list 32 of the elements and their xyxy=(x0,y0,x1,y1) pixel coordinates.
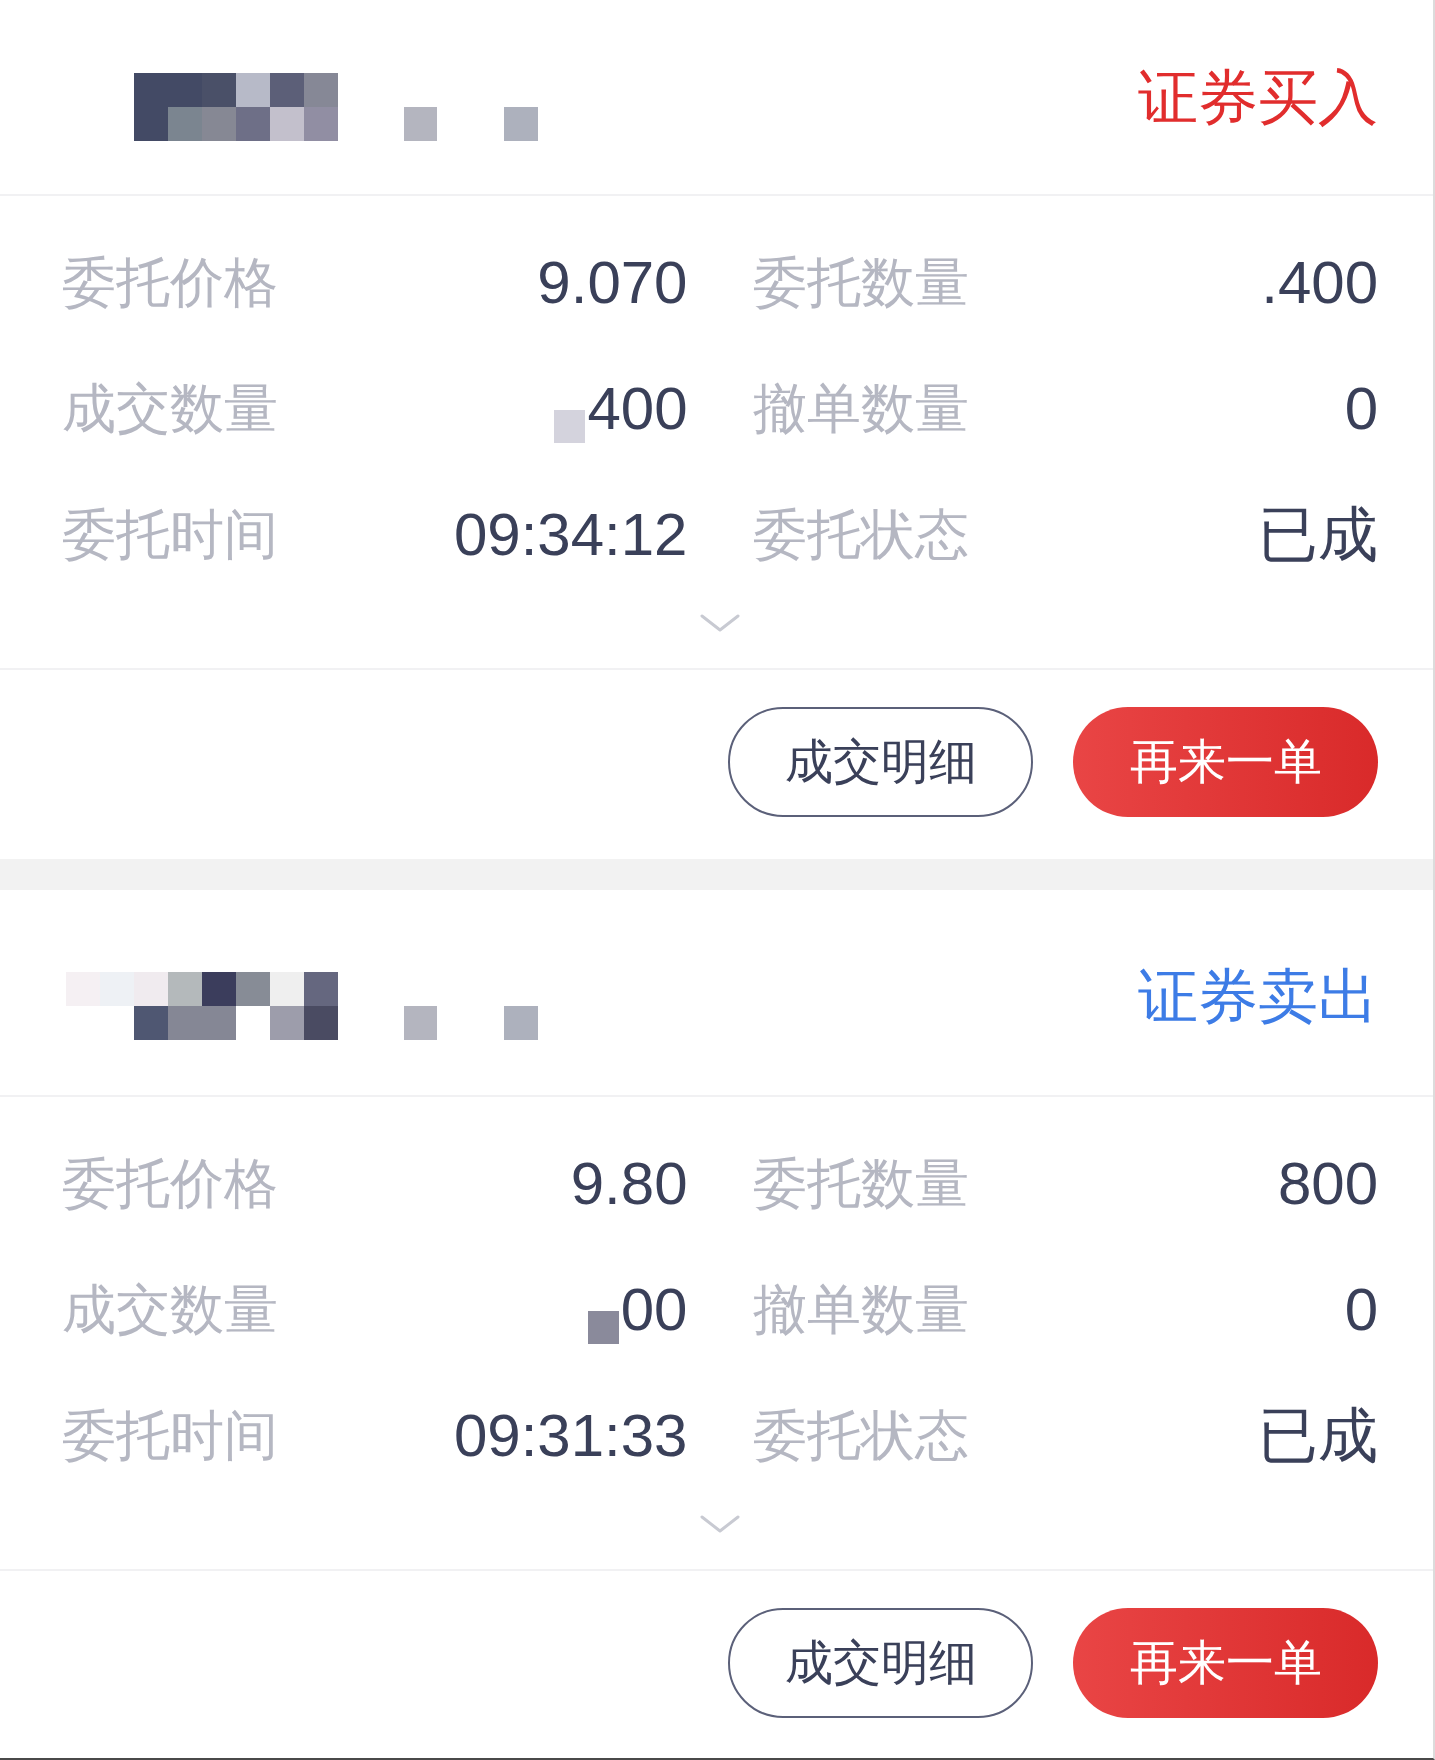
field-label: 成交数量 xyxy=(62,1276,278,1343)
field-value: 已成 xyxy=(1258,1401,1378,1471)
field-label: 委托数量 xyxy=(752,1150,969,1217)
field-label: 委托状态 xyxy=(752,501,969,568)
field-value: 00 xyxy=(620,1275,688,1345)
field-label: 委托时间 xyxy=(62,1402,278,1469)
field-label: 撤单数量 xyxy=(752,375,969,442)
field-label: 撤单数量 xyxy=(752,1276,969,1343)
order-again-button[interactable]: 再来一单 xyxy=(1073,707,1378,817)
field-label: 委托价格 xyxy=(62,1150,278,1217)
chevron-down-icon[interactable] xyxy=(700,614,740,632)
order-type-label: 证券买入 xyxy=(1138,61,1378,133)
field-value: .400 xyxy=(1261,248,1378,318)
field-label: 成交数量 xyxy=(62,375,278,442)
field-value: 0 xyxy=(1344,1275,1378,1345)
field-value: 已成 xyxy=(1258,500,1378,570)
field-value: 9.80 xyxy=(570,1149,688,1219)
field-label: 委托数量 xyxy=(752,249,969,316)
trade-details-button[interactable]: 成交明细 xyxy=(728,707,1033,817)
field-label: 委托时间 xyxy=(62,501,278,568)
field-label: 委托状态 xyxy=(752,1402,969,1469)
order-type-label: 证券卖出 xyxy=(1138,960,1378,1032)
order-again-button[interactable]: 再来一单 xyxy=(1073,1608,1378,1718)
field-value: 9.070 xyxy=(537,248,688,318)
field-label: 委托价格 xyxy=(62,249,278,316)
chevron-down-icon[interactable] xyxy=(700,1515,740,1533)
field-value: 400 xyxy=(587,374,688,444)
field-value: 0 xyxy=(1344,374,1378,444)
field-value: 09:34:12 xyxy=(453,500,688,570)
field-value: 09:31:33 xyxy=(453,1401,688,1471)
field-value: 800 xyxy=(1277,1149,1378,1219)
trade-details-button[interactable]: 成交明细 xyxy=(728,1608,1033,1718)
